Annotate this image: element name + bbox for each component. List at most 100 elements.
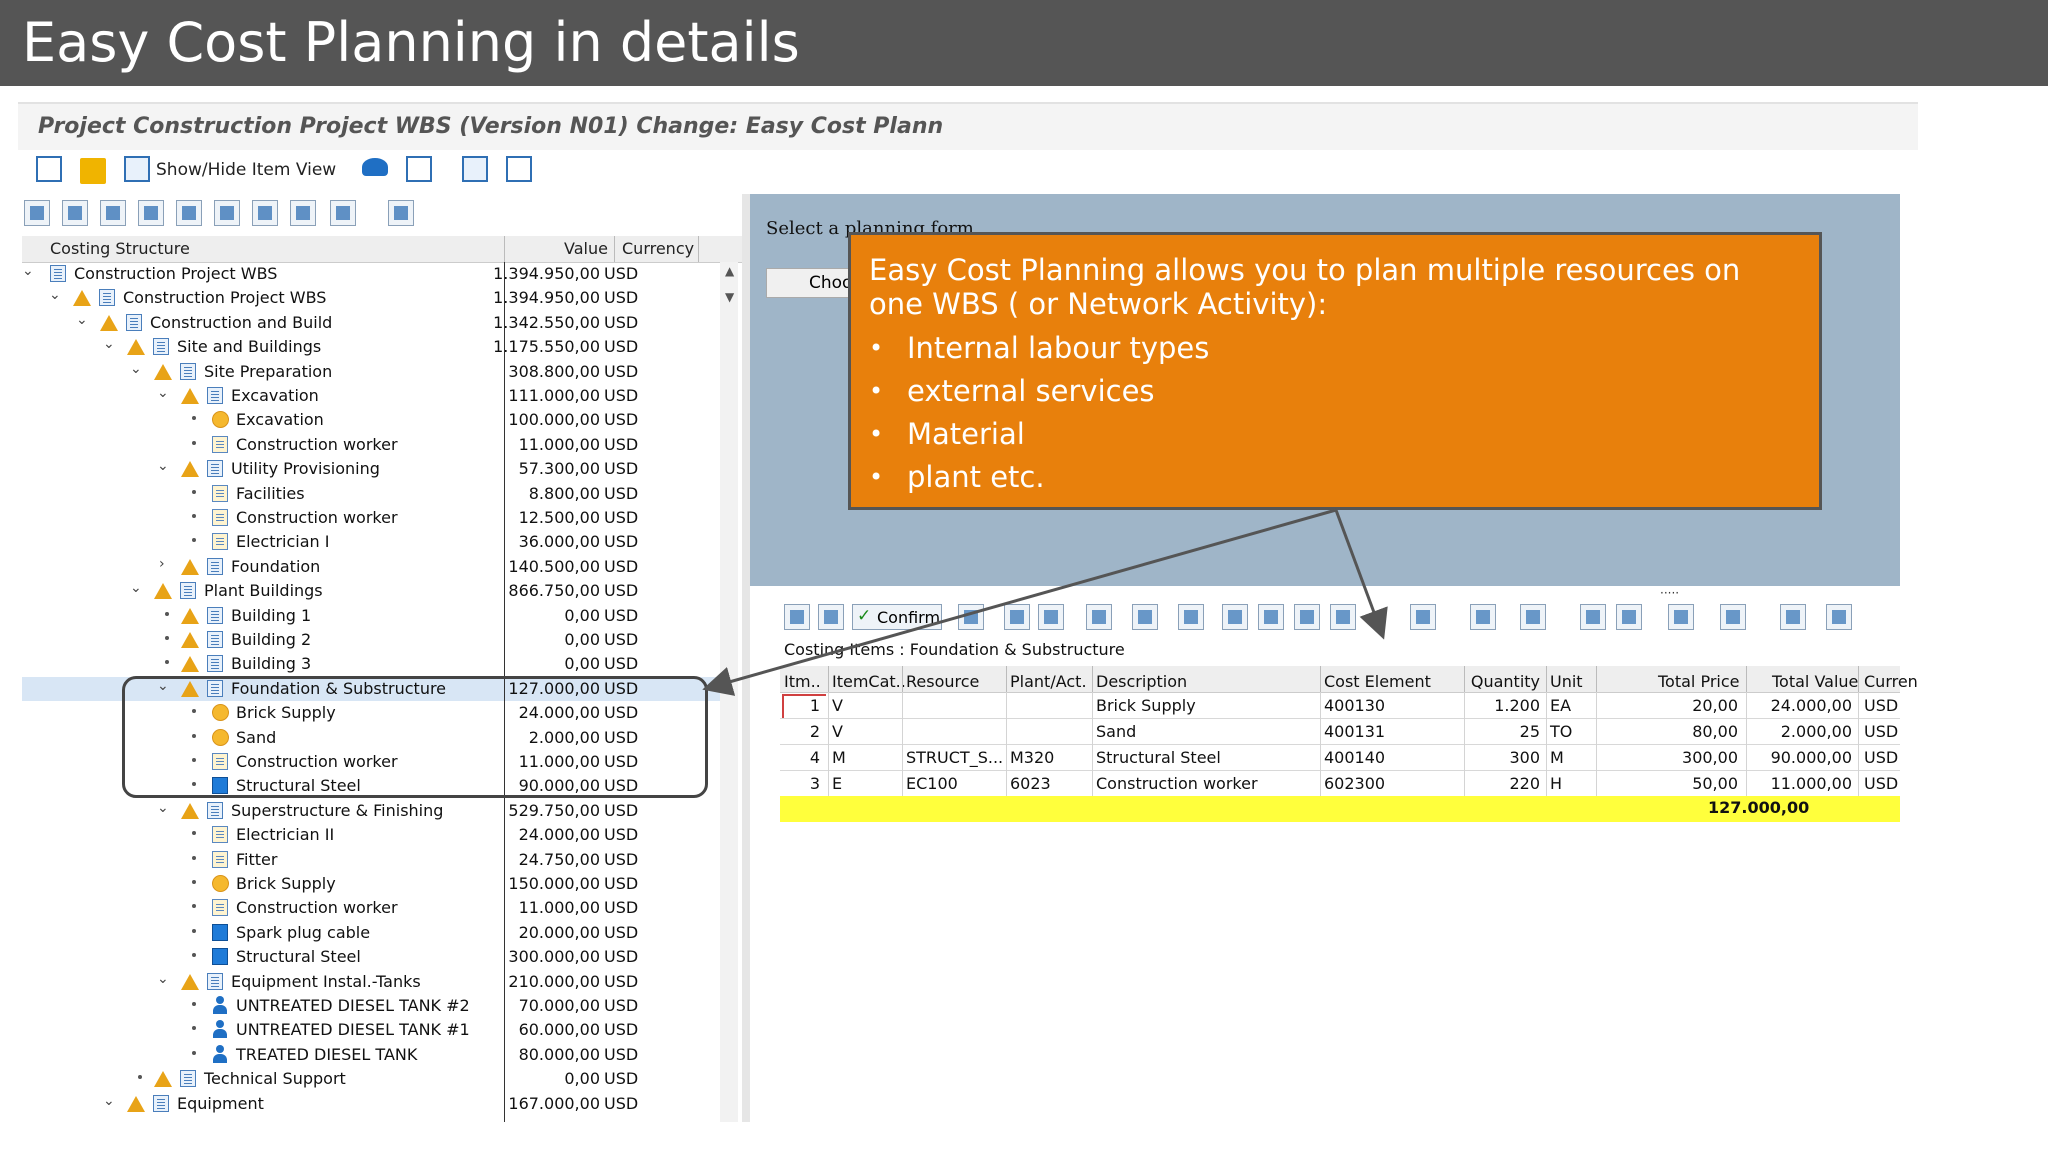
grid-cell[interactable]: TO bbox=[1550, 722, 1600, 741]
grid-cell[interactable]: 400131 bbox=[1324, 722, 1464, 741]
tree-row[interactable]: TREATED DIESEL TANK 80.000,00 USD bbox=[22, 1043, 722, 1067]
tree-row[interactable]: Fitter 24.750,00 USD bbox=[22, 848, 722, 872]
tree-row[interactable]: ⌄ Equipment 167.000,00 USD bbox=[22, 1092, 722, 1116]
grid-column-header[interactable]: Unit bbox=[1550, 672, 1583, 691]
grid-cell[interactable]: 20,00 bbox=[1600, 696, 1738, 715]
tree-row[interactable]: Electrician I 36.000,00 USD bbox=[22, 530, 722, 554]
edit-icon[interactable] bbox=[1038, 604, 1064, 630]
grid-cell[interactable]: M bbox=[832, 748, 902, 767]
form-icon[interactable] bbox=[462, 156, 488, 182]
help-info-icon[interactable] bbox=[1826, 604, 1852, 630]
scroll-up-icon[interactable]: ▲ bbox=[725, 264, 734, 278]
grid-cell[interactable]: EA bbox=[1550, 696, 1600, 715]
tree-row[interactable]: Construction worker 11.000,00 USD bbox=[22, 433, 722, 457]
grid-cell[interactable]: EC100 bbox=[906, 774, 1006, 793]
grid-column-header[interactable]: Plant/Act. bbox=[1010, 672, 1087, 691]
grid-cell[interactable]: 4 bbox=[784, 748, 820, 767]
tree-row[interactable]: ⌄ Construction and Build 1.342.550,00 USD bbox=[22, 311, 722, 335]
tree-row[interactable]: Electrician II 24.000,00 USD bbox=[22, 823, 722, 847]
grid-column-header[interactable]: ItemCat.. bbox=[832, 672, 906, 691]
tree-row[interactable]: ⌄ Site and Buildings 1.175.550,00 USD bbox=[22, 335, 722, 359]
tree-row[interactable]: UNTREATED DIESEL TANK #1 60.000,00 USD bbox=[22, 1018, 722, 1042]
layout-list-icon[interactable] bbox=[1720, 604, 1746, 630]
layout-icon[interactable] bbox=[388, 200, 414, 226]
grid-cell[interactable]: 80,00 bbox=[1600, 722, 1738, 741]
grid-cell[interactable]: 2 bbox=[784, 722, 820, 741]
grid-cell[interactable]: Brick Supply bbox=[1096, 696, 1316, 715]
grid-cell[interactable]: Structural Steel bbox=[1096, 748, 1316, 767]
undo-icon[interactable] bbox=[1178, 604, 1204, 630]
grid-cell[interactable]: 1.200 bbox=[1464, 696, 1540, 715]
grid-cell[interactable]: 300 bbox=[1464, 748, 1540, 767]
grid-cell[interactable]: 24.000,00 bbox=[1748, 696, 1852, 715]
grid-cell[interactable]: 300,00 bbox=[1600, 748, 1738, 767]
tree-row[interactable]: ⌄ Construction Project WBS 1.394.950,00 USD bbox=[22, 262, 722, 286]
tree-row[interactable]: Technical Support 0,00 USD bbox=[22, 1067, 722, 1091]
details-icon[interactable] bbox=[290, 200, 316, 226]
forward-icon[interactable] bbox=[100, 200, 126, 226]
sort-icon[interactable] bbox=[1004, 604, 1030, 630]
export-list-icon[interactable] bbox=[1668, 604, 1694, 630]
grid-cell[interactable]: 3 bbox=[784, 774, 820, 793]
value-header[interactable]: Value bbox=[564, 239, 608, 258]
grid-cell[interactable]: Construction worker bbox=[1096, 774, 1316, 793]
panel-splitter[interactable] bbox=[742, 194, 750, 1122]
sum-icon[interactable] bbox=[1470, 604, 1496, 630]
grid-column-header[interactable]: Itm.. bbox=[784, 672, 821, 691]
grid-cell[interactable]: E bbox=[832, 774, 902, 793]
find-icon[interactable] bbox=[1132, 604, 1158, 630]
tree-row[interactable]: ⌄ Construction Project WBS 1.394.950,00 USD bbox=[22, 286, 722, 310]
print-list-icon[interactable] bbox=[1580, 604, 1606, 630]
grid-cell[interactable]: 50,00 bbox=[1600, 774, 1738, 793]
tree-row[interactable]: ⌄ Plant Buildings 866.750,00 USD bbox=[22, 579, 722, 603]
grid-cell[interactable]: 602300 bbox=[1324, 774, 1464, 793]
grid-cell[interactable]: 25 bbox=[1464, 722, 1540, 741]
grid-cell[interactable]: 400130 bbox=[1324, 696, 1464, 715]
tree-row[interactable]: Construction worker 11.000,00 USD bbox=[22, 896, 722, 920]
cut-icon[interactable] bbox=[176, 200, 202, 226]
grid-cell[interactable]: 220 bbox=[1464, 774, 1540, 793]
page-icon[interactable] bbox=[1222, 604, 1248, 630]
export-icon[interactable] bbox=[1086, 604, 1112, 630]
grid-column-header[interactable]: Cost Element bbox=[1324, 672, 1431, 691]
grid-cell[interactable]: M bbox=[1550, 748, 1600, 767]
grid-cell[interactable]: 11.000,00 bbox=[1748, 774, 1852, 793]
tree-row[interactable]: ⌄ Site Preparation 308.800,00 USD bbox=[22, 360, 722, 384]
transfer-icon[interactable] bbox=[958, 604, 984, 630]
collapse-icon[interactable] bbox=[62, 200, 88, 226]
delete-icon[interactable] bbox=[138, 200, 164, 226]
show-hide-item-view-button[interactable]: Show/Hide Item View bbox=[156, 160, 336, 180]
tree-row[interactable]: Building 2 0,00 USD bbox=[22, 628, 722, 652]
blank-page-icon[interactable] bbox=[506, 156, 532, 182]
copy-icon[interactable] bbox=[214, 200, 240, 226]
tree-row[interactable]: Construction worker 12.500,00 USD bbox=[22, 506, 722, 530]
currency-header[interactable]: Currency bbox=[622, 239, 694, 258]
grid-column-header[interactable]: Resource bbox=[906, 672, 979, 691]
print-icon[interactable] bbox=[330, 200, 356, 226]
grid-cell[interactable]: 6023 bbox=[1010, 774, 1090, 793]
grid-column-header[interactable]: Curren bbox=[1864, 672, 1918, 691]
views-icon[interactable] bbox=[1616, 604, 1642, 630]
tree-row[interactable]: UNTREATED DIESEL TANK #2 70.000,00 USD bbox=[22, 994, 722, 1018]
new-item-icon[interactable] bbox=[784, 604, 810, 630]
grid-cell[interactable]: STRUCT_S... bbox=[906, 748, 1006, 767]
grid-column-header[interactable]: Description bbox=[1096, 672, 1187, 691]
tree-row[interactable]: Brick Supply 150.000,00 USD bbox=[22, 872, 722, 896]
grid-cell[interactable]: V bbox=[832, 696, 902, 715]
tree-row[interactable]: Spark plug cable 20.000,00 USD bbox=[22, 921, 722, 945]
grid-cell[interactable]: 2.000,00 bbox=[1748, 722, 1852, 741]
hierarchy-icon[interactable] bbox=[36, 156, 62, 182]
copy-row-icon[interactable] bbox=[1330, 604, 1356, 630]
insert-row-icon[interactable] bbox=[1258, 604, 1284, 630]
confirm-button[interactable]: ✓ Confirm bbox=[852, 604, 942, 630]
grid-column-header[interactable]: Total Value bbox=[1772, 672, 1858, 691]
info-icon[interactable] bbox=[818, 604, 844, 630]
tree-row[interactable]: ⌄ Excavation 111.000,00 USD bbox=[22, 384, 722, 408]
grid-cell[interactable]: USD bbox=[1864, 748, 1900, 767]
grid-cell[interactable]: M320 bbox=[1010, 748, 1090, 767]
grid-column-header[interactable]: Total Price bbox=[1658, 672, 1739, 691]
tree-row[interactable]: Facilities 8.800,00 USD bbox=[22, 482, 722, 506]
delete-row-icon[interactable] bbox=[1294, 604, 1320, 630]
item-view-icon[interactable] bbox=[124, 156, 150, 182]
tree-scrollbar[interactable] bbox=[720, 262, 738, 1122]
